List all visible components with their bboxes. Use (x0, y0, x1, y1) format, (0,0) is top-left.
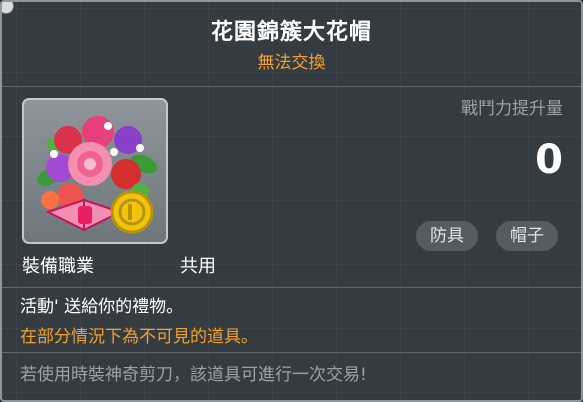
corner-dot-icon (2, 2, 14, 14)
description-invisible: 在部分情況下為不可見的道具。 (20, 327, 258, 347)
item-title: 花園錦簇大花帽 (210, 20, 372, 45)
tag-armor: 防具 (416, 221, 478, 251)
equip-job-value: 共用 (180, 256, 216, 277)
flower-hat-icon (37, 116, 158, 234)
combat-power-label: 戰鬥力提升量 (461, 99, 563, 119)
trade-status: 無法交換 (257, 53, 326, 73)
item-icon-frame (22, 98, 168, 244)
combat-power-value: 0 (535, 137, 563, 183)
item-tooltip: 花園錦簇大花帽 無法交換 戰鬥力提升量 0 防具 帽子 裝備職業 共用 活動' … (0, 0, 583, 402)
divider (2, 86, 581, 87)
equip-job-label: 裝備職業 (22, 256, 94, 277)
description-gift: 活動' 送給你的禮物。 (20, 297, 184, 317)
divider (2, 352, 581, 353)
tag-hat: 帽子 (496, 221, 558, 251)
description-scissors: 若使用時裝神奇剪刀，該道具可進行一次交易! (20, 365, 367, 385)
divider (2, 287, 581, 288)
